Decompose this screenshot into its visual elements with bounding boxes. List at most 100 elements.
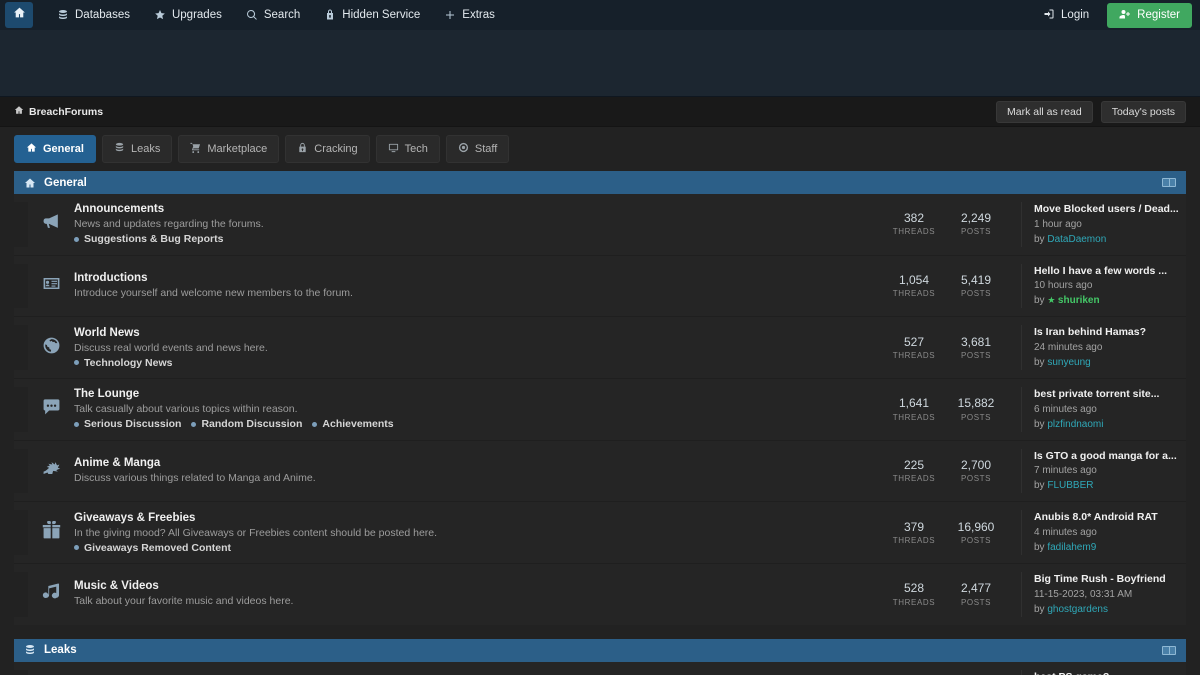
forum-title-link[interactable]: World News [74,327,871,339]
last-post-author-link[interactable]: fadilahem9 [1047,542,1096,553]
threads-stat: 379 THREADS [883,519,945,545]
row-gutter [14,263,28,309]
posts-label: POSTS [960,597,992,607]
tab-leaks[interactable]: Leaks [101,135,173,163]
last-post-title-link[interactable]: best PS game? [1034,670,1186,675]
last-post-author-line: by ★ shuriken [1034,293,1186,308]
category-block: Leaks GamesGame Leaks are posted here. Co… [14,638,1186,675]
last-post-title-link[interactable]: Hello I have a few words ... [1034,264,1186,279]
subforum-list: Giveaways Removed Content [74,542,871,554]
last-post-author-link[interactable]: plzfindnaomi [1047,419,1103,430]
forum-row: The Lounge Talk casually about various to… [14,379,1186,441]
posts-label: POSTS [960,350,992,360]
subforum-link[interactable]: Technology News [74,357,173,369]
category-body: GamesGame Leaks are posted here. Code, P… [14,661,1186,675]
tab-cracking[interactable]: Cracking [285,135,370,163]
monitor-icon [388,142,399,156]
threads-stat: 225 THREADS [883,458,945,483]
last-post-title-link[interactable]: best private torrent site... [1034,387,1186,402]
breadcrumb[interactable]: BreachForums [14,105,103,118]
register-button[interactable]: Register [1107,2,1192,28]
threads-count: 1,054 [898,272,930,287]
last-post-title-link[interactable]: Is Iran behind Hamas? [1034,325,1186,340]
nav-item-label: Extras [462,9,495,21]
posts-count: 5,419 [960,272,992,287]
login-button[interactable]: Login [1035,8,1097,23]
todays-posts-button[interactable]: Today's posts [1100,100,1186,123]
gift-icon [42,520,61,545]
mark-all-as-read-button[interactable]: Mark all as read [996,100,1093,123]
last-post-time: 11-15-2023, 03:31 AM [1034,588,1133,600]
forum-categories: General Announcements News and updates reg… [0,171,1200,675]
threads-count: 1,641 [898,396,930,411]
bullet-icon [74,360,79,366]
row-gutter [14,510,28,556]
nav-item-hidden-service[interactable]: Hidden Service [312,0,432,30]
tab-label: Tech [404,143,428,155]
nav-item-databases[interactable]: Databases [45,0,142,30]
forum-description: News and updates regarding the forums. [74,218,264,231]
bullet-icon [74,421,79,427]
forum-title-link[interactable]: Announcements [74,203,871,215]
tab-staff[interactable]: Staff [445,135,510,163]
last-post-title-link[interactable]: Is GTO a good manga for a... [1034,449,1186,464]
forum-description: Talk casually about various topics withi… [74,403,298,416]
search-icon [246,9,258,21]
last-post-time: 7 minutes ago [1034,465,1097,477]
nav-item-label: Search [263,9,301,21]
last-post-author-link[interactable]: FLUBBER [1047,480,1093,491]
forum-title-link[interactable]: The Lounge [74,388,871,400]
posts-count: 3,681 [960,334,992,349]
by-prefix: by [1034,233,1048,245]
forum-title-link[interactable]: Giveaways & Freebies [74,512,871,524]
database-icon [57,9,69,21]
last-post-author-line: by ghostgardens [1034,602,1186,617]
tab-tech[interactable]: Tech [375,135,440,163]
last-post-time: 10 hours ago [1034,280,1093,292]
forum-title-link[interactable]: Introductions [74,272,871,284]
threads-label: THREADS [892,350,936,360]
subforum-link[interactable]: Achievements [312,418,394,430]
posts-count: 2,700 [960,458,992,472]
subforum-link[interactable]: Suggestions & Bug Reports [74,233,223,245]
last-post-title-link[interactable]: Big Time Rush - Boyfriend [1034,572,1186,587]
gear-icon [458,142,469,156]
tab-general[interactable]: General [14,135,96,163]
last-post-author-link[interactable]: shuriken [1058,295,1100,306]
last-post-author-link[interactable]: sunyeung [1047,357,1090,368]
last-post-cell: Move Blocked users / Dead... 1 hour ago by… [1021,202,1186,247]
by-prefix: by [1034,542,1048,554]
threads-stat: 1,054 THREADS [883,272,945,298]
forum-title-link[interactable]: Anime & Manga [74,457,871,469]
last-post-title-link[interactable]: Move Blocked users / Dead... [1034,202,1186,217]
forum-title-link[interactable]: Music & Videos [74,580,871,592]
row-gutter [14,387,28,432]
section-tabs: General Leaks Marketplace Cracking Tech Staff [0,127,1200,171]
nav-item-label: Hidden Service [342,9,421,21]
subforum-link[interactable]: Serious Discussion [74,418,181,430]
last-post-author-line: by fadilahem9 [1034,540,1186,555]
collapse-toggle-icon[interactable] [1162,178,1176,187]
nav-item-upgrades[interactable]: Upgrades [142,0,234,30]
threads-label: THREADS [892,597,936,607]
category-block: General Announcements News and updates reg… [14,171,1186,625]
database-icon [114,142,125,156]
last-post-title-link[interactable]: Anubis 8.0* Android RAT [1034,510,1186,525]
star-icon [154,9,166,21]
last-post-cell: best PS game?7 hours agoby thisguyne [1021,669,1186,675]
home-button[interactable] [5,2,33,28]
last-post-author-link[interactable]: DataDaemon [1047,234,1106,245]
tab-label: Leaks [130,143,161,155]
subforum-link[interactable]: Giveaways Removed Content [74,542,231,554]
collapse-toggle-icon[interactable] [1162,645,1176,655]
music-icon [42,582,61,606]
subforum-link[interactable]: Random Discussion [191,418,302,430]
last-post-author-link[interactable]: ghostgardens [1047,604,1108,615]
tab-marketplace[interactable]: Marketplace [178,135,280,163]
forum-description: Introduce yourself and welcome new membe… [74,286,353,299]
nav-item-search[interactable]: Search [234,0,312,30]
login-arrow-icon [1043,8,1055,23]
nav-item-extras[interactable]: Extras [432,0,507,30]
category-header: Leaks [14,638,1186,662]
threads-count: 379 [903,519,925,534]
